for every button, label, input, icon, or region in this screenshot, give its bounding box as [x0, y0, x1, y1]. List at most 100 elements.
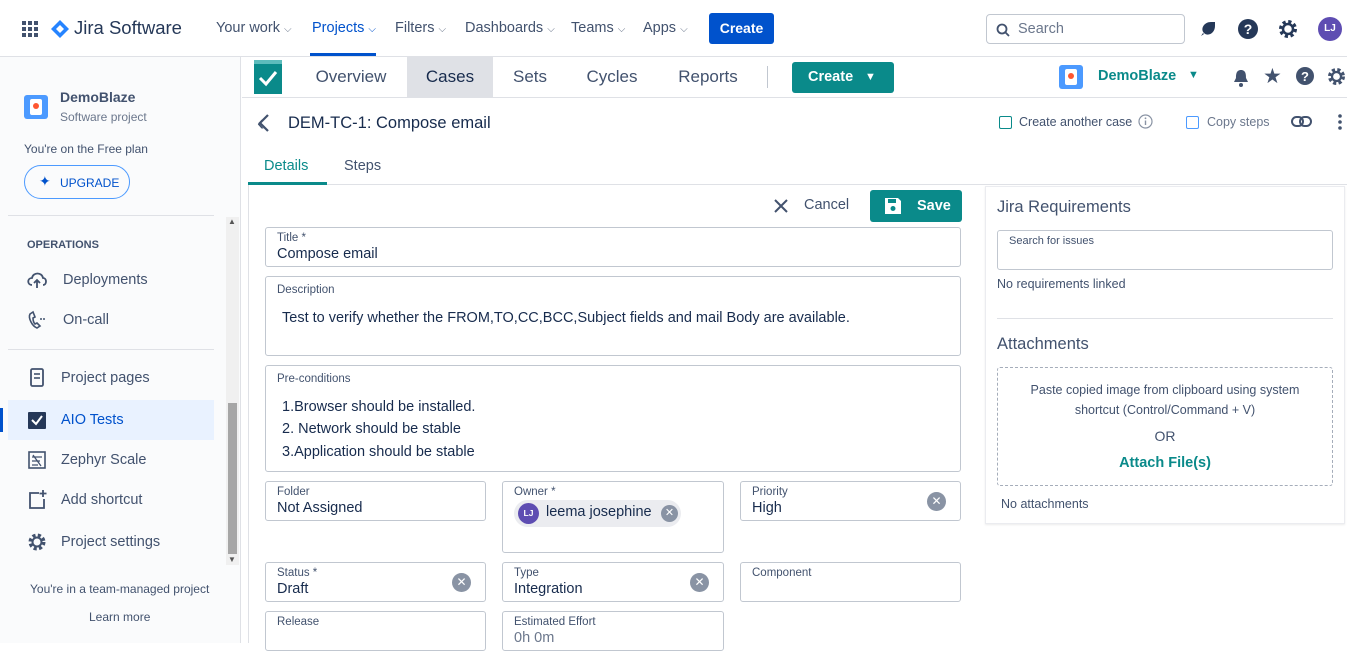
tab-steps[interactable]: Steps	[330, 148, 396, 185]
top-navigation: Jira Software Your work ⌵ Projects ⌵ Filte…	[0, 0, 1347, 57]
chevron-down-icon[interactable]: ▼	[1188, 69, 1199, 81]
avatar: LJ	[518, 503, 539, 524]
save-button[interactable]: Save	[870, 190, 962, 222]
attachment-dropzone[interactable]: Paste copied image from clipboard using …	[997, 367, 1333, 486]
tab-label: Steps	[344, 158, 382, 174]
tab-overview[interactable]: Overview	[302, 57, 400, 97]
help-icon[interactable]: ?	[1237, 18, 1259, 40]
tab-label: Details	[264, 158, 309, 174]
svg-text:?: ?	[1301, 69, 1309, 84]
attach-files-link[interactable]: Attach File(s)	[998, 455, 1332, 471]
owner-field[interactable]: Owner * LJ leema josephine ✕	[502, 481, 724, 553]
search-input[interactable]: Search	[986, 14, 1185, 44]
aio-tests-logo-icon[interactable]	[254, 60, 282, 94]
link-icon[interactable]	[1291, 115, 1313, 129]
settings-icon[interactable]	[1326, 66, 1347, 87]
title-value: Compose email	[277, 246, 378, 262]
issue-search-input[interactable]: Search for issues	[997, 230, 1333, 270]
remove-owner-icon[interactable]: ✕	[661, 505, 678, 522]
description-field[interactable]: Description Test to verify whether the F…	[265, 276, 961, 356]
back-chevron-icon[interactable]	[256, 113, 272, 133]
save-icon	[885, 198, 901, 214]
no-requirements-text: No requirements linked	[997, 277, 1126, 291]
create-button[interactable]: Create	[709, 13, 774, 44]
create-another-checkbox[interactable]	[999, 116, 1012, 129]
sidebar-item-deployments[interactable]: Deployments	[8, 260, 214, 300]
sidebar-item-project-settings[interactable]: Project settings	[8, 522, 214, 562]
more-options-icon[interactable]	[1337, 113, 1343, 131]
tab-details[interactable]: Details	[248, 148, 327, 185]
settings-icon[interactable]	[1277, 18, 1299, 40]
sidebar-item-on-call[interactable]: On-call	[8, 300, 214, 340]
component-field[interactable]: Component	[740, 562, 961, 602]
sidebar-item-aio-tests[interactable]: AIO Tests	[0, 400, 214, 440]
jira-logo-icon[interactable]	[51, 20, 69, 38]
info-icon[interactable]	[1138, 114, 1153, 129]
active-nav-indicator	[310, 53, 376, 56]
type-field[interactable]: Type Integration ✕	[502, 562, 724, 602]
precondition-line: 2. Network should be stable	[282, 421, 461, 437]
divider	[8, 215, 214, 216]
notifications-icon[interactable]	[1198, 19, 1218, 39]
app-switcher-icon[interactable]	[22, 21, 38, 37]
nav-projects[interactable]: Projects ⌵	[312, 20, 376, 36]
create-case-button[interactable]: Create ▼	[792, 62, 894, 93]
operations-heading: OPERATIONS	[27, 239, 99, 251]
nav-dashboards[interactable]: Dashboards ⌵	[465, 20, 555, 36]
clear-status-icon[interactable]: ✕	[452, 573, 471, 592]
project-selector[interactable]: DemoBlaze	[1098, 68, 1176, 84]
preconditions-field[interactable]: Pre-conditions 1.Browser should be insta…	[265, 365, 961, 472]
nav-label: Projects	[312, 20, 365, 36]
paste-hint-line: shortcut (Control/Command + V)	[1074, 403, 1256, 417]
precondition-line: 1.Browser should be installed.	[282, 399, 476, 415]
search-icon	[996, 23, 1010, 37]
copy-steps-checkbox[interactable]	[1186, 116, 1199, 129]
copy-steps-label: Copy steps	[1207, 115, 1270, 129]
sidebar-item-project-pages[interactable]: Project pages	[8, 358, 214, 398]
sidebar-scrollbar[interactable]: ▲ ▼	[226, 217, 239, 565]
nav-filters[interactable]: Filters ⌵	[395, 20, 446, 36]
save-label: Save	[917, 198, 951, 214]
sidebar-item-label: Deployments	[63, 272, 148, 288]
form-left-border	[248, 185, 249, 643]
description-label: Description	[277, 284, 335, 296]
scroll-up-icon[interactable]: ▲	[228, 217, 236, 226]
issue-search-label: Search for issues	[1009, 235, 1094, 247]
clear-priority-icon[interactable]: ✕	[927, 492, 946, 511]
add-shortcut-icon	[29, 490, 47, 509]
upgrade-button[interactable]: ✦ UPGRADE	[24, 165, 130, 199]
status-field[interactable]: Status * Draft ✕	[265, 562, 486, 602]
priority-field[interactable]: Priority High ✕	[740, 481, 961, 521]
folder-field[interactable]: Folder Not Assigned	[265, 481, 486, 521]
close-icon	[774, 199, 788, 213]
project-name[interactable]: DemoBlaze	[60, 89, 135, 105]
owner-chip[interactable]: LJ leema josephine ✕	[514, 500, 681, 527]
folder-label: Folder	[277, 486, 310, 498]
sidebar-item-add-shortcut[interactable]: Add shortcut	[8, 480, 214, 520]
clear-type-icon[interactable]: ✕	[690, 573, 709, 592]
cancel-label: Cancel	[804, 197, 850, 213]
nav-teams[interactable]: Teams ⌵	[571, 20, 625, 36]
nav-your-work[interactable]: Your work ⌵	[216, 20, 292, 36]
cancel-button[interactable]: Cancel	[770, 195, 854, 217]
user-avatar[interactable]: LJ	[1318, 17, 1342, 41]
tab-sets[interactable]: Sets	[504, 57, 556, 97]
learn-more-link[interactable]: Learn more	[89, 610, 150, 624]
plan-text: You're on the Free plan	[24, 142, 148, 156]
tab-cases[interactable]: Cases	[407, 57, 493, 97]
description-value: Test to verify whether the FROM,TO,CC,BC…	[282, 310, 850, 326]
tab-reports[interactable]: Reports	[670, 57, 746, 97]
release-field[interactable]: Release	[265, 611, 486, 651]
scrollbar-thumb[interactable]	[228, 403, 237, 554]
tab-cycles[interactable]: Cycles	[580, 57, 644, 97]
title-field[interactable]: Title * Compose email	[265, 227, 961, 267]
help-icon[interactable]: ?	[1295, 66, 1315, 86]
jira-logo-text[interactable]: Jira Software	[74, 17, 182, 39]
phone-icon	[28, 310, 45, 329]
sidebar-item-zephyr-scale[interactable]: Zephyr Scale	[8, 440, 214, 480]
nav-apps[interactable]: Apps ⌵	[643, 20, 688, 36]
star-icon[interactable]: ★	[1263, 64, 1282, 89]
scroll-down-icon[interactable]: ▼	[228, 555, 236, 564]
bell-icon[interactable]	[1232, 68, 1250, 88]
estimated-effort-field[interactable]: Estimated Effort 0h 0m	[502, 611, 724, 651]
